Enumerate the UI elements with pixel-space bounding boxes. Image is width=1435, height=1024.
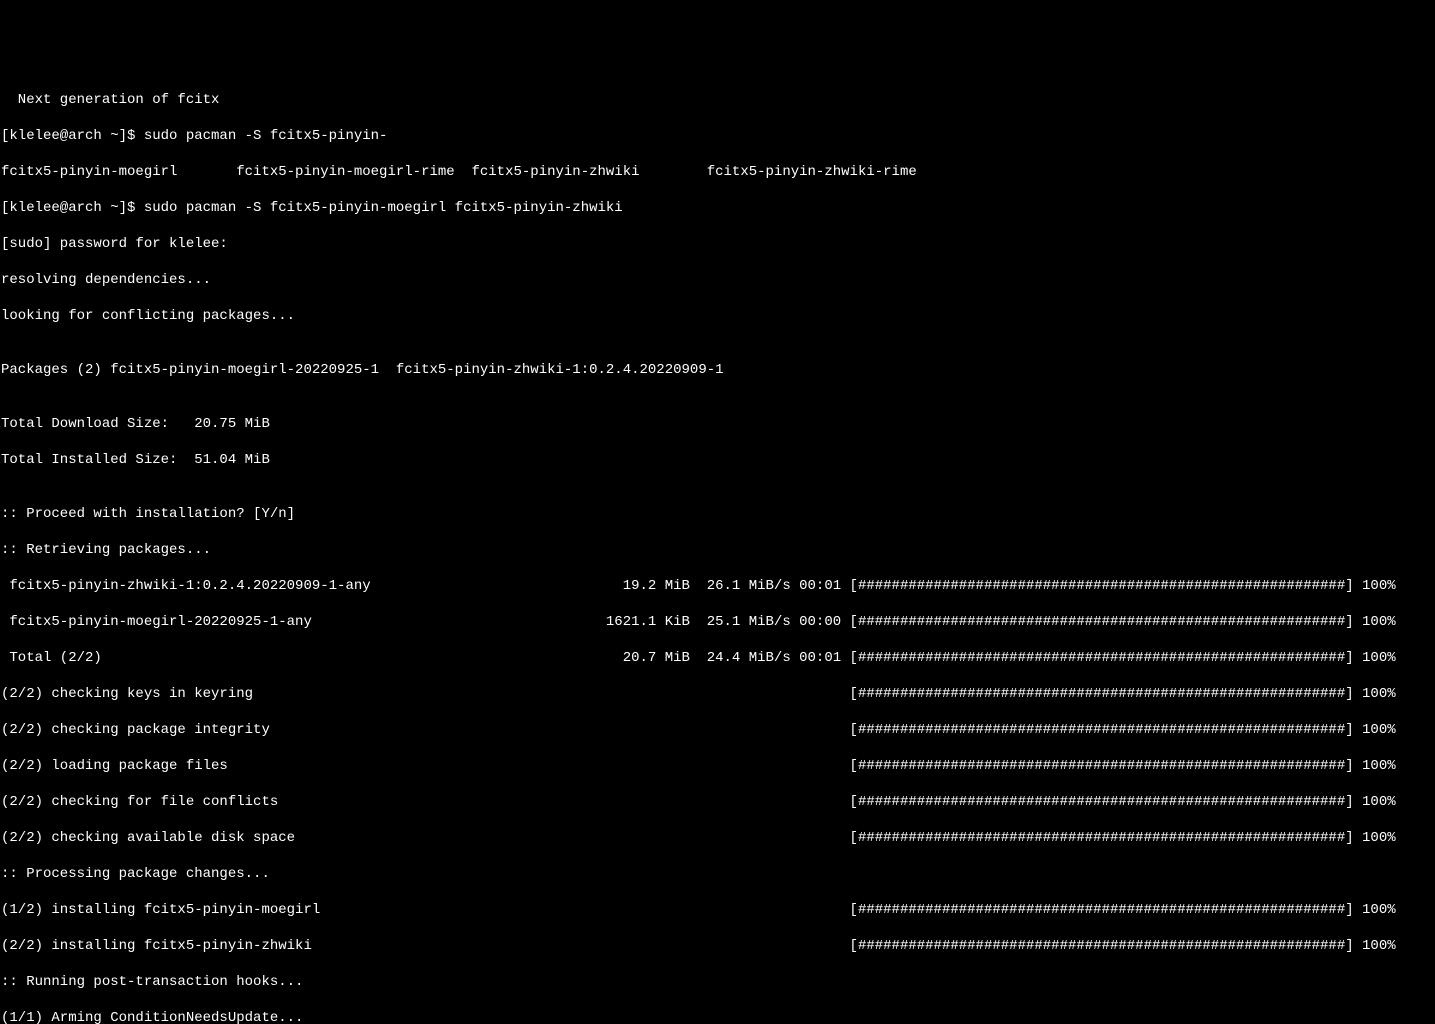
terminal-line: Packages (2) fcitx5-pinyin-moegirl-20220… [1,361,1435,379]
terminal-line: (2/2) checking available disk space [###… [1,829,1435,847]
terminal-line: fcitx5-pinyin-zhwiki-1:0.2.4.20220909-1-… [1,577,1435,595]
terminal-line: (2/2) installing fcitx5-pinyin-zhwiki [#… [1,937,1435,955]
terminal-line: fcitx5-pinyin-moegirl fcitx5-pinyin-moeg… [1,163,1435,181]
terminal-line: (1/1) Arming ConditionNeedsUpdate... [1,1009,1435,1024]
terminal-line: (1/2) installing fcitx5-pinyin-moegirl [… [1,901,1435,919]
terminal-line: (2/2) loading package files [###########… [1,757,1435,775]
terminal-line: looking for conflicting packages... [1,307,1435,325]
terminal-line: :: Proceed with installation? [Y/n] [1,505,1435,523]
terminal-line: [klelee@arch ~]$ sudo pacman -S fcitx5-p… [1,127,1435,145]
terminal-line: :: Retrieving packages... [1,541,1435,559]
terminal-line: Total (2/2) 20.7 MiB 24.4 MiB/s 00:01 [#… [1,649,1435,667]
terminal-line: Total Installed Size: 51.04 MiB [1,451,1435,469]
terminal-line: [sudo] password for klelee: [1,235,1435,253]
terminal-line: (2/2) checking for file conflicts [#####… [1,793,1435,811]
terminal-line: fcitx5-pinyin-moegirl-20220925-1-any 162… [1,613,1435,631]
terminal-line: :: Processing package changes... [1,865,1435,883]
terminal-window[interactable]: Next generation of fcitx [klelee@arch ~]… [1,73,1435,1024]
terminal-line: Next generation of fcitx [1,91,1435,109]
terminal-line: :: Running post-transaction hooks... [1,973,1435,991]
terminal-line: [klelee@arch ~]$ sudo pacman -S fcitx5-p… [1,199,1435,217]
terminal-line: resolving dependencies... [1,271,1435,289]
terminal-line: Total Download Size: 20.75 MiB [1,415,1435,433]
terminal-line: (2/2) checking package integrity [######… [1,721,1435,739]
terminal-line: (2/2) checking keys in keyring [########… [1,685,1435,703]
